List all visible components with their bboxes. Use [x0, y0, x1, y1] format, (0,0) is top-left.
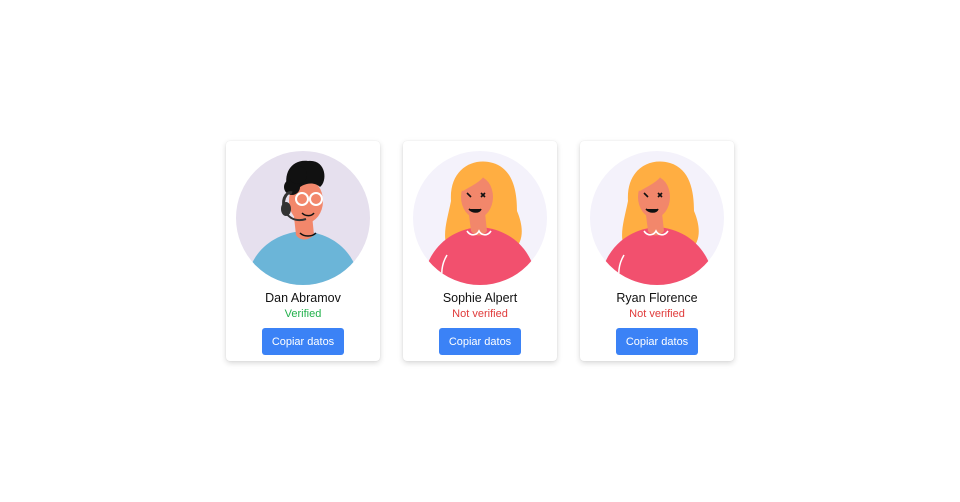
user-name: Sophie Alpert	[442, 291, 518, 305]
verification-status: Not verified	[452, 308, 508, 320]
copy-data-button[interactable]: Copiar datos	[262, 328, 344, 355]
user-card: Ryan Florence Not verified Copiar datos	[580, 141, 734, 361]
woman-avatar-icon	[413, 151, 547, 285]
page: Dan Abramov Verified Copiar datos Sophie…	[0, 0, 960, 502]
copy-data-button[interactable]: Copiar datos	[439, 328, 521, 355]
user-card: Sophie Alpert Not verified Copiar datos	[403, 141, 557, 361]
user-name: Ryan Florence	[616, 291, 698, 305]
man-with-headset-avatar-icon	[236, 151, 370, 285]
user-name: Dan Abramov	[265, 291, 341, 305]
user-card: Dan Abramov Verified Copiar datos	[226, 141, 380, 361]
woman-avatar-icon	[590, 151, 724, 285]
user-card-list: Dan Abramov Verified Copiar datos Sophie…	[226, 141, 734, 361]
copy-data-button[interactable]: Copiar datos	[616, 328, 698, 355]
verification-status: Verified	[284, 308, 322, 320]
verification-status: Not verified	[629, 308, 685, 320]
